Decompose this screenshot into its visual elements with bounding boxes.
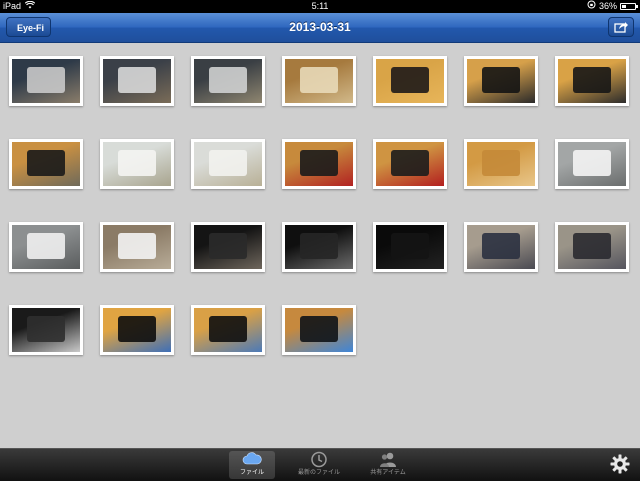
- photo-ipad-mini: [285, 308, 353, 352]
- photo-airport-express: [103, 225, 171, 269]
- status-right: 36%: [587, 0, 638, 13]
- tab-recent-files[interactable]: 最新のファイル: [296, 451, 342, 479]
- photo-thumbnail[interactable]: [282, 139, 356, 189]
- gear-icon: [610, 454, 630, 474]
- back-button[interactable]: Eye-Fi: [6, 17, 52, 37]
- photo-macbook-desk: [103, 59, 171, 103]
- tab-shared-label: 共有アイテム: [370, 470, 406, 476]
- share-button[interactable]: [608, 17, 634, 37]
- photo-clothes-rack: [467, 225, 535, 269]
- photo-grid: [0, 44, 640, 448]
- photo-monitor: [194, 225, 262, 269]
- page-title: 2013-03-31: [289, 20, 351, 34]
- photo-shure-case: [467, 59, 535, 103]
- photo-macbook-desk: [194, 59, 262, 103]
- photo-dark-room: [376, 225, 444, 269]
- photo-thumbnail[interactable]: [100, 222, 174, 272]
- photo-thumbnail[interactable]: [464, 139, 538, 189]
- photo-headphones: [285, 142, 353, 186]
- photo-thumbnail[interactable]: [464, 222, 538, 272]
- settings-button[interactable]: [610, 454, 630, 479]
- photo-thumbnail[interactable]: [555, 139, 629, 189]
- status-time: 5:11: [311, 1, 329, 11]
- photo-iphone: [194, 308, 262, 352]
- photo-black-bag: [12, 308, 80, 352]
- tab-recent-label: 最新のファイル: [297, 470, 340, 476]
- photo-airport-express: [12, 225, 80, 269]
- photo-iphone: [103, 308, 171, 352]
- photo-thumbnail[interactable]: [373, 56, 447, 106]
- tab-shared-items[interactable]: 共有アイテム: [365, 451, 411, 479]
- photo-thumbnail[interactable]: [100, 305, 174, 355]
- photo-earphones: [376, 59, 444, 103]
- navigation-bar: 2013-03-31 Eye-Fi: [0, 13, 640, 43]
- photo-thumbnail[interactable]: [555, 56, 629, 106]
- people-icon: [365, 451, 411, 469]
- photo-clothes-rack: [558, 225, 626, 269]
- photo-thumbnail[interactable]: [282, 305, 356, 355]
- photo-small-item: [467, 142, 535, 186]
- share-icon: [614, 22, 628, 33]
- photo-thumbnail[interactable]: [191, 139, 265, 189]
- photo-shure-case: [12, 142, 80, 186]
- photo-thumbnail[interactable]: [9, 139, 83, 189]
- photo-thumbnail[interactable]: [191, 56, 265, 106]
- photo-thumbnail[interactable]: [282, 222, 356, 272]
- photo-thumbnail[interactable]: [191, 222, 265, 272]
- photo-keyboard: [194, 142, 262, 186]
- photo-thumbnail[interactable]: [373, 222, 447, 272]
- photo-keyboard: [103, 142, 171, 186]
- tab-bar: ファイル 最新のファイル 共有アイテム: [0, 448, 640, 481]
- photo-thumbnail[interactable]: [373, 139, 447, 189]
- cloud-icon: [229, 451, 275, 469]
- photo-thumbnail[interactable]: [9, 305, 83, 355]
- photo-thumbnail[interactable]: [555, 222, 629, 272]
- rotation-lock-icon: [587, 0, 596, 13]
- tab-files[interactable]: ファイル: [229, 451, 275, 479]
- photo-shure-case: [558, 59, 626, 103]
- photo-charger-box: [285, 59, 353, 103]
- photo-monitor: [285, 225, 353, 269]
- battery-percent: 36%: [598, 1, 617, 11]
- tab-files-label: ファイル: [239, 470, 264, 476]
- photo-thumbnail[interactable]: [9, 56, 83, 106]
- photo-thumbnail[interactable]: [282, 56, 356, 106]
- clock-icon: [296, 451, 342, 469]
- battery-icon: [620, 3, 638, 10]
- photo-thumbnail[interactable]: [100, 139, 174, 189]
- status-bar: iPad 5:11 36%: [0, 0, 640, 13]
- photo-thumbnail[interactable]: [464, 56, 538, 106]
- photo-macbook-desk: [12, 59, 80, 103]
- photo-thumbnail[interactable]: [9, 222, 83, 272]
- photo-airport-express: [558, 142, 626, 186]
- photo-thumbnail[interactable]: [100, 56, 174, 106]
- photo-headphones: [376, 142, 444, 186]
- photo-thumbnail[interactable]: [191, 305, 265, 355]
